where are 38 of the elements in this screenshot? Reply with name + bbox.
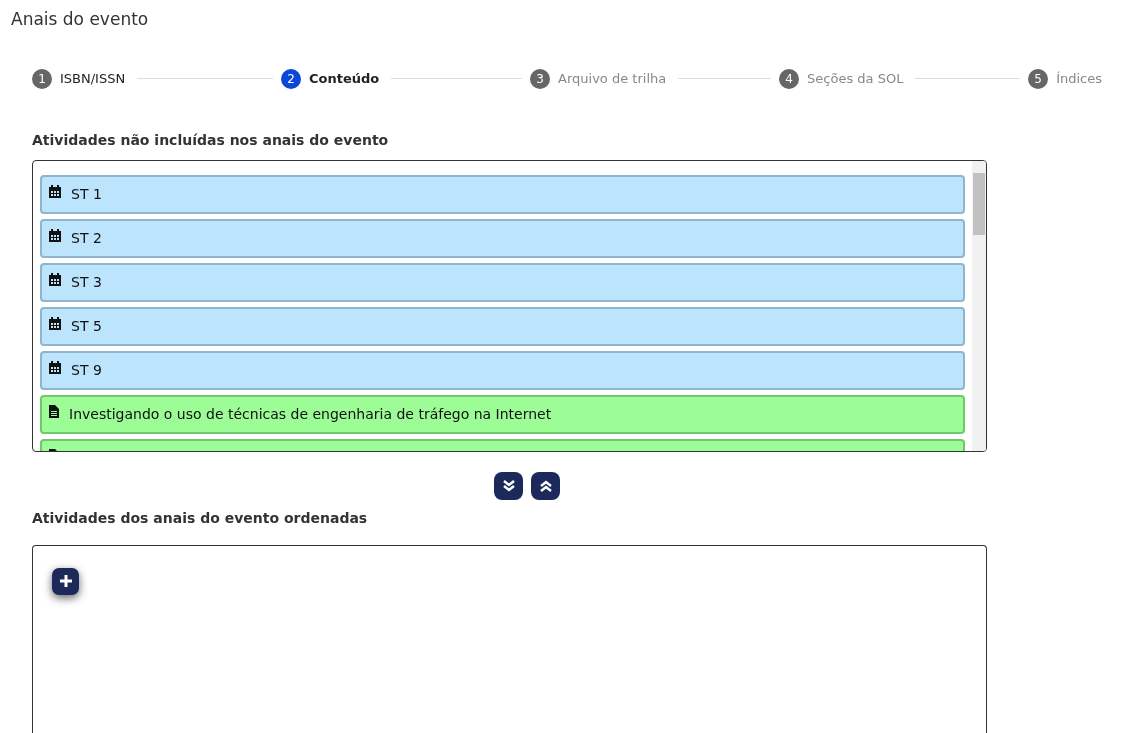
step-label: Conteúdo bbox=[309, 69, 380, 88]
plus-icon bbox=[58, 574, 73, 588]
step-number: 3 bbox=[530, 68, 551, 89]
section-heading: Atividades não incluídas nos anais do evento bbox=[32, 130, 390, 150]
activity-title: ST 1 bbox=[71, 184, 102, 204]
calendar-icon bbox=[49, 316, 61, 330]
activity-title: ST 3 bbox=[71, 272, 102, 292]
step-label: Índices bbox=[1056, 69, 1102, 88]
activity-title: ST 5 bbox=[71, 316, 102, 336]
section-heading: Atividades dos anais do evento ordenadas bbox=[32, 508, 369, 528]
document-icon bbox=[49, 404, 59, 418]
calendar-icon bbox=[49, 184, 61, 198]
step-number: 2 bbox=[281, 68, 302, 89]
step-number: 1 bbox=[32, 68, 52, 89]
move-button[interactable] bbox=[531, 471, 560, 500]
calendar-icon bbox=[49, 360, 61, 374]
double-chevron-down-icon bbox=[501, 478, 516, 493]
activity-item[interactable]: ST 3 bbox=[40, 262, 965, 302]
scrollbar[interactable] bbox=[972, 160, 986, 451]
page-title: Anais do evento bbox=[11, 8, 150, 31]
activity-item[interactable]: ST 1 bbox=[40, 174, 965, 214]
step-label: ISBN/ISSN bbox=[60, 69, 126, 88]
move-button[interactable] bbox=[494, 471, 523, 500]
step-number: 5 bbox=[1028, 68, 1049, 89]
double-chevron-up-icon bbox=[538, 478, 553, 493]
calendar-icon bbox=[49, 228, 61, 242]
activity-item[interactable]: ST 9 bbox=[40, 350, 965, 390]
calendar-icon bbox=[49, 272, 61, 286]
activity-item[interactable]: ST 5 bbox=[40, 306, 965, 346]
activity-title: ST 9 bbox=[71, 360, 102, 380]
step-label: Arquivo de trilha bbox=[558, 69, 667, 88]
activity-title: Investigando o uso de técnicas de engenharia de tráfego na Internet bbox=[69, 404, 552, 424]
activity-title: ST 2 bbox=[71, 228, 102, 248]
step-label: Seções da SOL bbox=[807, 69, 904, 88]
activity-item[interactable]: Investigando o uso de técnicas de engenharia de tráfego na Internet bbox=[40, 394, 965, 434]
activity-item[interactable]: ST 2 bbox=[40, 218, 965, 258]
add-button[interactable] bbox=[52, 567, 79, 595]
step-number: 4 bbox=[779, 68, 800, 89]
